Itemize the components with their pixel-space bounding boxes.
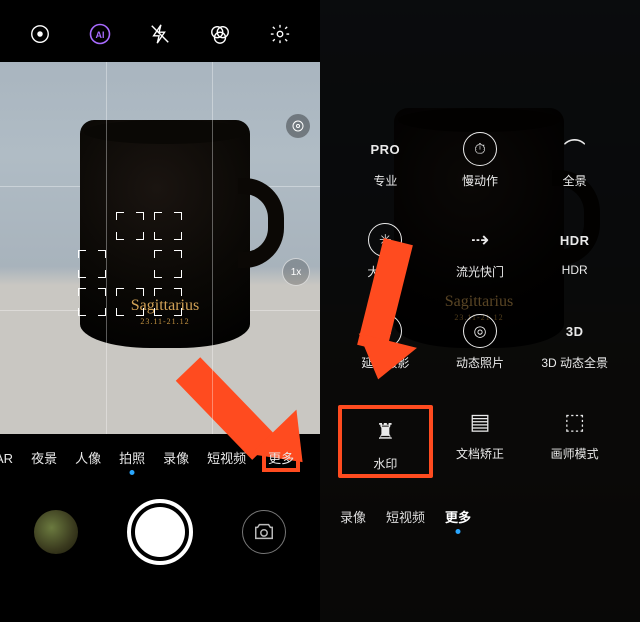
3d-pano-mode[interactable]: 3D 3D 动态全景 xyxy=(527,314,622,371)
3d-pano-icon: 3D xyxy=(558,314,592,348)
gallery-thumbnail[interactable] xyxy=(34,510,78,554)
pro-mode-icon: PRO xyxy=(368,132,402,166)
motion-photo-icon: ◎ xyxy=(463,314,497,348)
mode-label: 文档矫正 xyxy=(456,445,504,462)
shutter-button[interactable] xyxy=(127,499,193,565)
mode-夜景[interactable]: 夜景 xyxy=(31,448,57,467)
mode-人像[interactable]: 人像 xyxy=(75,448,101,467)
autofocus-points xyxy=(78,212,182,316)
slowmo-icon: ⏱ xyxy=(463,132,497,166)
svg-text:AI: AI xyxy=(96,30,105,40)
watermark-mode[interactable]: ♜ 水印 xyxy=(338,405,433,478)
document-scan-icon: ▤ xyxy=(463,405,497,439)
motion-photo-mode[interactable]: ◎ 动态照片 xyxy=(433,314,528,371)
mode-拍照[interactable]: 拍照 xyxy=(119,448,145,467)
mode-更多[interactable]: 更多 xyxy=(262,443,300,472)
flash-off-icon[interactable] xyxy=(146,20,174,48)
switch-camera-button[interactable] xyxy=(242,510,286,554)
mode-label: 流光快门 xyxy=(456,263,504,280)
mode-label: 水印 xyxy=(373,455,397,472)
painter-mode-icon: ⬚ xyxy=(558,405,592,439)
painter-mode-mode[interactable]: ⬚ 画师模式 xyxy=(527,405,622,478)
filter-icon[interactable] xyxy=(206,20,234,48)
motion-photo-icon[interactable] xyxy=(26,20,54,48)
document-scan-mode[interactable]: ▤ 文档矫正 xyxy=(433,405,528,478)
pro-mode-mode[interactable]: PRO 专业 xyxy=(338,132,433,189)
mode-label: 动态照片 xyxy=(456,354,504,371)
hdr-mode[interactable]: HDR HDR xyxy=(527,223,622,280)
hdr-icon: HDR xyxy=(558,223,592,257)
zoom-level-chip[interactable]: 1x xyxy=(282,258,310,286)
gear-icon[interactable] xyxy=(266,20,294,48)
camera-main-screen: AI Sagittarius 23.11-21.12 xyxy=(0,0,320,622)
mode-label: 专业 xyxy=(373,172,397,189)
mode-label: 3D 动态全景 xyxy=(541,354,608,371)
mode-label: 全景 xyxy=(563,172,587,189)
mode-录像[interactable]: 录像 xyxy=(340,507,366,526)
mode-短视频[interactable]: 短视频 xyxy=(207,448,246,467)
camera-mode-bar[interactable]: 拍照录像短视频更多 xyxy=(320,507,640,526)
top-toolbar: AI xyxy=(0,0,320,62)
panorama-mode[interactable]: ⌒ 全景 xyxy=(527,132,622,189)
mode-更多[interactable]: 更多 xyxy=(445,507,471,526)
camera-viewfinder[interactable]: Sagittarius 23.11-21.12 1x xyxy=(0,62,320,434)
scene-info-icon[interactable] xyxy=(286,114,310,138)
watermark-icon: ♜ xyxy=(368,415,402,449)
mode-短视频[interactable]: 短视频 xyxy=(386,507,425,526)
mode-录像[interactable]: 录像 xyxy=(163,448,189,467)
shutter-row xyxy=(0,475,320,583)
light-painting-mode[interactable]: ⇢ 流光快门 xyxy=(433,223,528,280)
slowmo-mode[interactable]: ⏱ 慢动作 xyxy=(433,132,528,189)
mode-趣AR[interactable]: 趣AR xyxy=(0,448,13,467)
mug-dates: 23.11-21.12 xyxy=(80,317,250,326)
light-painting-icon: ⇢ xyxy=(463,223,497,257)
mode-label: 画师模式 xyxy=(551,445,599,462)
mode-label: 慢动作 xyxy=(462,172,498,189)
mode-label: HDR xyxy=(562,263,588,277)
ai-mode-icon[interactable]: AI xyxy=(86,20,114,48)
panorama-icon: ⌒ xyxy=(558,132,592,166)
